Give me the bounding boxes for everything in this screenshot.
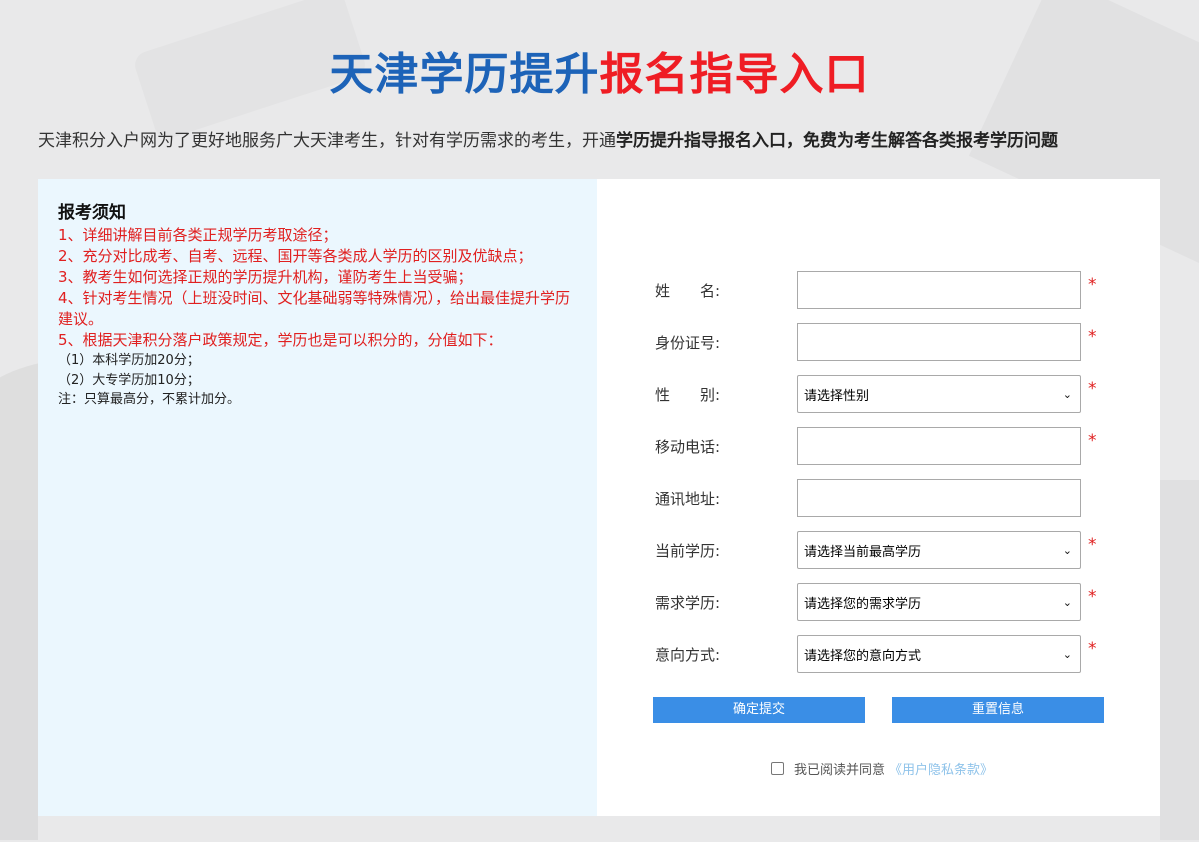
notice-note: 注：只算最高分，不累计加分。 [58, 392, 241, 407]
current-edu-select-value: 请选择当前最高学历 [804, 544, 922, 560]
notice-item: 2、充分对比成考、自考、远程、国开等各类成人学历的区别及优缺点； [58, 247, 533, 265]
target-edu-select-value: 请选择您的需求学历 [804, 596, 922, 612]
notice-panel: 报考须知 1、详细讲解目前各类正规学历考取途径； 2、充分对比成考、自考、远程、… [38, 179, 597, 816]
phone-input[interactable] [797, 427, 1081, 465]
name-label: 姓 名: [655, 282, 721, 300]
privacy-policy-link[interactable]: 《用户隐私条款》 [889, 759, 993, 778]
notice-item: 4、针对考生情况（上班没时间、文化基础弱等特殊情况），给出最佳提升学历建议。 [58, 289, 571, 328]
phone-label: 移动电话: [655, 438, 721, 456]
intro-plain: 天津积分入户网为了更好地服务广大天津考生，针对有学历需求的考生，开通 [38, 131, 616, 151]
current-edu-label: 当前学历: [655, 542, 721, 560]
target-edu-select[interactable]: 请选择您的需求学历 ⌄ [797, 583, 1081, 621]
page-title: 天津学历提升报名指导入口 [0, 38, 1199, 102]
form-row-current-edu: 当前学历: 请选择当前最高学历 ⌄ * [655, 531, 1115, 571]
notice-item: 1、详细讲解目前各类正规学历考取途径； [58, 226, 338, 244]
required-mark: * [1088, 275, 1097, 295]
page-title-blue: 天津学历提升 [329, 49, 600, 100]
form-row-gender: 性 别: 请选择性别 ⌄ * [655, 375, 1115, 415]
reset-button[interactable]: 重置信息 [892, 697, 1104, 723]
form-row-id: 身份证号: * [655, 323, 1115, 363]
required-mark: * [1088, 431, 1097, 451]
method-select-value: 请选择您的意向方式 [804, 648, 922, 664]
privacy-agreement: 我已阅读并同意 《用户隐私条款》 [771, 759, 993, 778]
method-select[interactable]: 请选择您的意向方式 ⌄ [797, 635, 1081, 673]
gender-select[interactable]: 请选择性别 ⌄ [797, 375, 1081, 413]
gender-select-value: 请选择性别 [804, 388, 870, 404]
form-row-name: 姓 名: * [655, 271, 1115, 311]
required-mark: * [1088, 327, 1097, 347]
id-label: 身份证号: [655, 334, 721, 352]
intro-text: 天津积分入户网为了更好地服务广大天津考生，针对有学历需求的考生，开通学历提升指导… [38, 126, 1168, 151]
notice-sub-item: （2）大专学历加10分； [58, 372, 200, 388]
form-row-address: 通讯地址: [655, 479, 1115, 519]
gender-label: 性 别: [655, 386, 721, 404]
form-row-method: 意向方式: 请选择您的意向方式 ⌄ * [655, 635, 1115, 675]
address-label: 通讯地址: [655, 490, 721, 508]
agree-text: 我已阅读并同意 [794, 763, 886, 778]
signup-form: 姓 名: * 身份证号: * 性 别: 请选择性别 ⌄ * 移动电话: * 通讯… [597, 179, 1160, 816]
name-input[interactable] [797, 271, 1081, 309]
chevron-down-icon: ⌄ [1062, 543, 1072, 557]
address-input[interactable] [797, 479, 1081, 517]
chevron-down-icon: ⌄ [1062, 387, 1072, 401]
submit-button[interactable]: 确定提交 [653, 697, 865, 723]
chevron-down-icon: ⌄ [1062, 595, 1072, 609]
required-mark: * [1088, 379, 1097, 399]
required-mark: * [1088, 535, 1097, 555]
notice-title: 报考须知 [58, 203, 126, 223]
current-edu-select[interactable]: 请选择当前最高学历 ⌄ [797, 531, 1081, 569]
notice-item: 5、根据天津积分落户政策规定，学历也是可以积分的，分值如下： [58, 331, 503, 349]
id-number-input[interactable] [797, 323, 1081, 361]
intro-bold: 学历提升指导报名入口，免费为考生解答各类报考学历问题 [616, 131, 1058, 151]
page-title-red: 报名指导入口 [599, 49, 870, 100]
target-edu-label: 需求学历: [655, 594, 721, 612]
notice-item: 3、教考生如何选择正规的学历提升机构，谨防考生上当受骗； [58, 268, 473, 286]
required-mark: * [1088, 639, 1097, 659]
method-label: 意向方式: [655, 646, 721, 664]
agree-checkbox[interactable] [771, 762, 784, 775]
notice-sub-item: （1）本科学历加20分； [58, 353, 200, 368]
chevron-down-icon: ⌄ [1062, 647, 1072, 661]
form-row-target-edu: 需求学历: 请选择您的需求学历 ⌄ * [655, 583, 1115, 623]
required-mark: * [1088, 587, 1097, 607]
form-row-phone: 移动电话: * [655, 427, 1115, 467]
